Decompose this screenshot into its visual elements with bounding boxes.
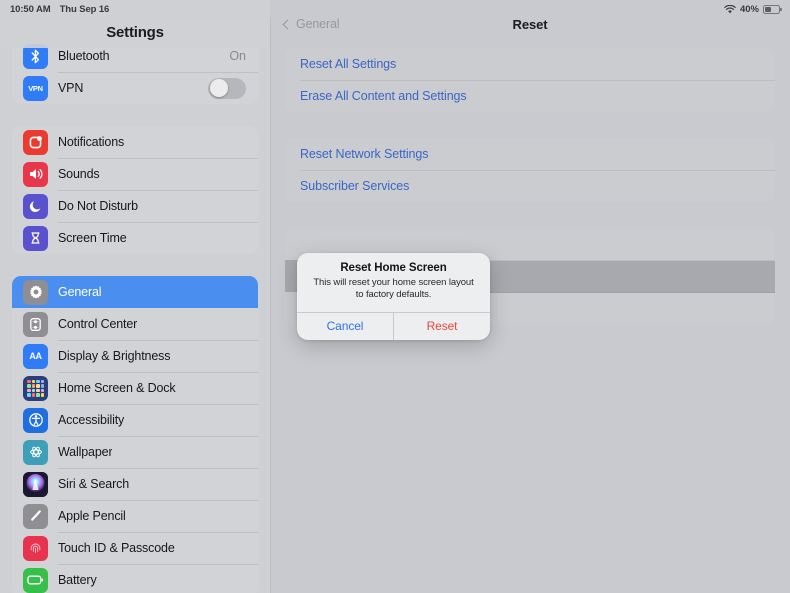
sidebar-item-label: Control Center [58,317,138,331]
bluetooth-status-value: On [229,49,246,63]
detail-group-spacer [270,202,790,228]
chevron-left-icon [282,19,293,29]
sidebar-group-alerts: Notifications Sounds Do Not Disturb Scre… [12,126,258,254]
sounds-icon [23,161,48,187]
sidebar-item-label: Display & Brightness [58,349,171,363]
vpn-icon: VPN [23,75,48,101]
battery-percent-label: 40% [739,3,759,15]
alert-cancel-button[interactable]: Cancel [297,312,394,340]
ipad-settings-screen: 10:50 AM Thu Sep 16 40% Bluetooth On VPN… [0,0,790,593]
sidebar-item-touch-id-passcode[interactable]: Touch ID & Passcode [12,532,258,564]
reset-all-settings-row[interactable]: Reset All Settings [285,48,775,80]
sidebar-item-label: Do Not Disturb [58,199,138,213]
screen-time-icon [23,225,48,251]
sidebar-item-wallpaper[interactable]: Wallpaper [12,436,258,468]
detail-group-spacer [270,112,790,138]
sidebar-scroll-area[interactable]: Bluetooth On VPN VPN Notifications Sound… [0,0,270,593]
alert-body: Reset Home Screen This will reset your h… [297,253,490,312]
alert-dialog: Reset Home Screen This will reset your h… [297,253,490,340]
sidebar-item-label: Home Screen & Dock [58,381,176,395]
status-bar-right: 40% [724,3,782,15]
sidebar-item-label: Wallpaper [58,445,113,459]
settings-sidebar[interactable]: Bluetooth On VPN VPN Notifications Sound… [0,0,270,593]
sidebar-item-general[interactable]: General [12,276,258,308]
sidebar-item-label: Battery [58,573,97,587]
control-center-icon [23,311,48,337]
sidebar-item-label: Siri & Search [58,477,129,491]
wallpaper-icon [23,439,48,465]
status-bar: 10:50 AM Thu Sep 16 40% [0,0,790,18]
status-time: 10:50 AM [10,3,51,15]
display-brightness-icon: AA [23,343,48,369]
sidebar-item-sounds[interactable]: Sounds [12,158,258,190]
sidebar-item-label: Sounds [58,167,100,181]
sidebar-item-label: Notifications [58,135,125,149]
sidebar-item-control-center[interactable]: Control Center [12,308,258,340]
notifications-icon [23,129,48,155]
reset-network-settings-row[interactable]: Reset Network Settings [285,138,775,170]
toggle-knob [209,79,228,97]
vpn-toggle[interactable] [208,77,246,99]
sidebar-item-battery[interactable]: Battery [12,564,258,593]
back-button[interactable]: General [282,17,340,31]
accessibility-icon [23,407,48,433]
sidebar-item-label: Touch ID & Passcode [58,541,175,555]
sidebar-group-system: General Control Center AA Display & Brig… [12,276,258,593]
sidebar-item-display-brightness[interactable]: AA Display & Brightness [12,340,258,372]
general-icon [23,279,48,305]
sidebar-item-vpn[interactable]: VPN VPN [12,72,258,104]
sidebar-item-label: Bluetooth [58,49,110,63]
home-screen-dock-icon [23,375,48,401]
sidebar-group-spacer [0,254,270,276]
sidebar-item-screen-time[interactable]: Screen Time [12,222,258,254]
reset-group-1: Reset All Settings Erase All Content and… [285,48,775,112]
sidebar-group-connectivity: Bluetooth On VPN VPN [12,40,258,104]
pane-divider [269,0,271,593]
alert-actions: Cancel Reset [297,311,490,340]
page-title: Settings [106,24,164,41]
detail-title: Reset [512,16,548,32]
sidebar-item-label: Screen Time [58,231,127,245]
alert-reset-button[interactable]: Reset [394,313,490,340]
alert-message: This will reset your home screen layout … [313,277,474,300]
erase-all-content-and-settings-row[interactable]: Erase All Content and Settings [285,80,775,112]
sidebar-item-label: VPN [58,81,84,95]
siri-search-icon [23,471,48,497]
sidebar-item-label: General [58,285,102,299]
sidebar-item-apple-pencil[interactable]: Apple Pencil [12,500,258,532]
sidebar-item-siri-search[interactable]: Siri & Search [12,468,258,500]
wifi-icon [724,4,736,14]
reset-home-screen-alert: Reset Home Screen This will reset your h… [297,253,490,340]
do-not-disturb-icon [23,193,48,219]
back-button-label: General [296,17,340,31]
sidebar-item-label: Accessibility [58,413,125,427]
sidebar-item-notifications[interactable]: Notifications [12,126,258,158]
sidebar-item-do-not-disturb[interactable]: Do Not Disturb [12,190,258,222]
battery-settings-icon [23,567,48,593]
alert-title: Reset Home Screen [340,262,447,274]
sidebar-item-home-screen-dock[interactable]: Home Screen & Dock [12,372,258,404]
status-bar-left: 10:50 AM Thu Sep 16 [10,4,109,15]
reset-group-2: Reset Network Settings Subscriber Servic… [285,138,775,202]
app-grid-dots [27,379,44,397]
status-date: Thu Sep 16 [59,3,110,15]
touch-id-passcode-icon [23,535,48,561]
subscriber-services-row[interactable]: Subscriber Services [285,170,775,202]
sidebar-group-spacer [0,104,270,126]
battery-icon [763,4,782,14]
sidebar-item-label: Apple Pencil [58,509,126,523]
apple-pencil-icon [23,503,48,529]
sidebar-item-accessibility[interactable]: Accessibility [12,404,258,436]
